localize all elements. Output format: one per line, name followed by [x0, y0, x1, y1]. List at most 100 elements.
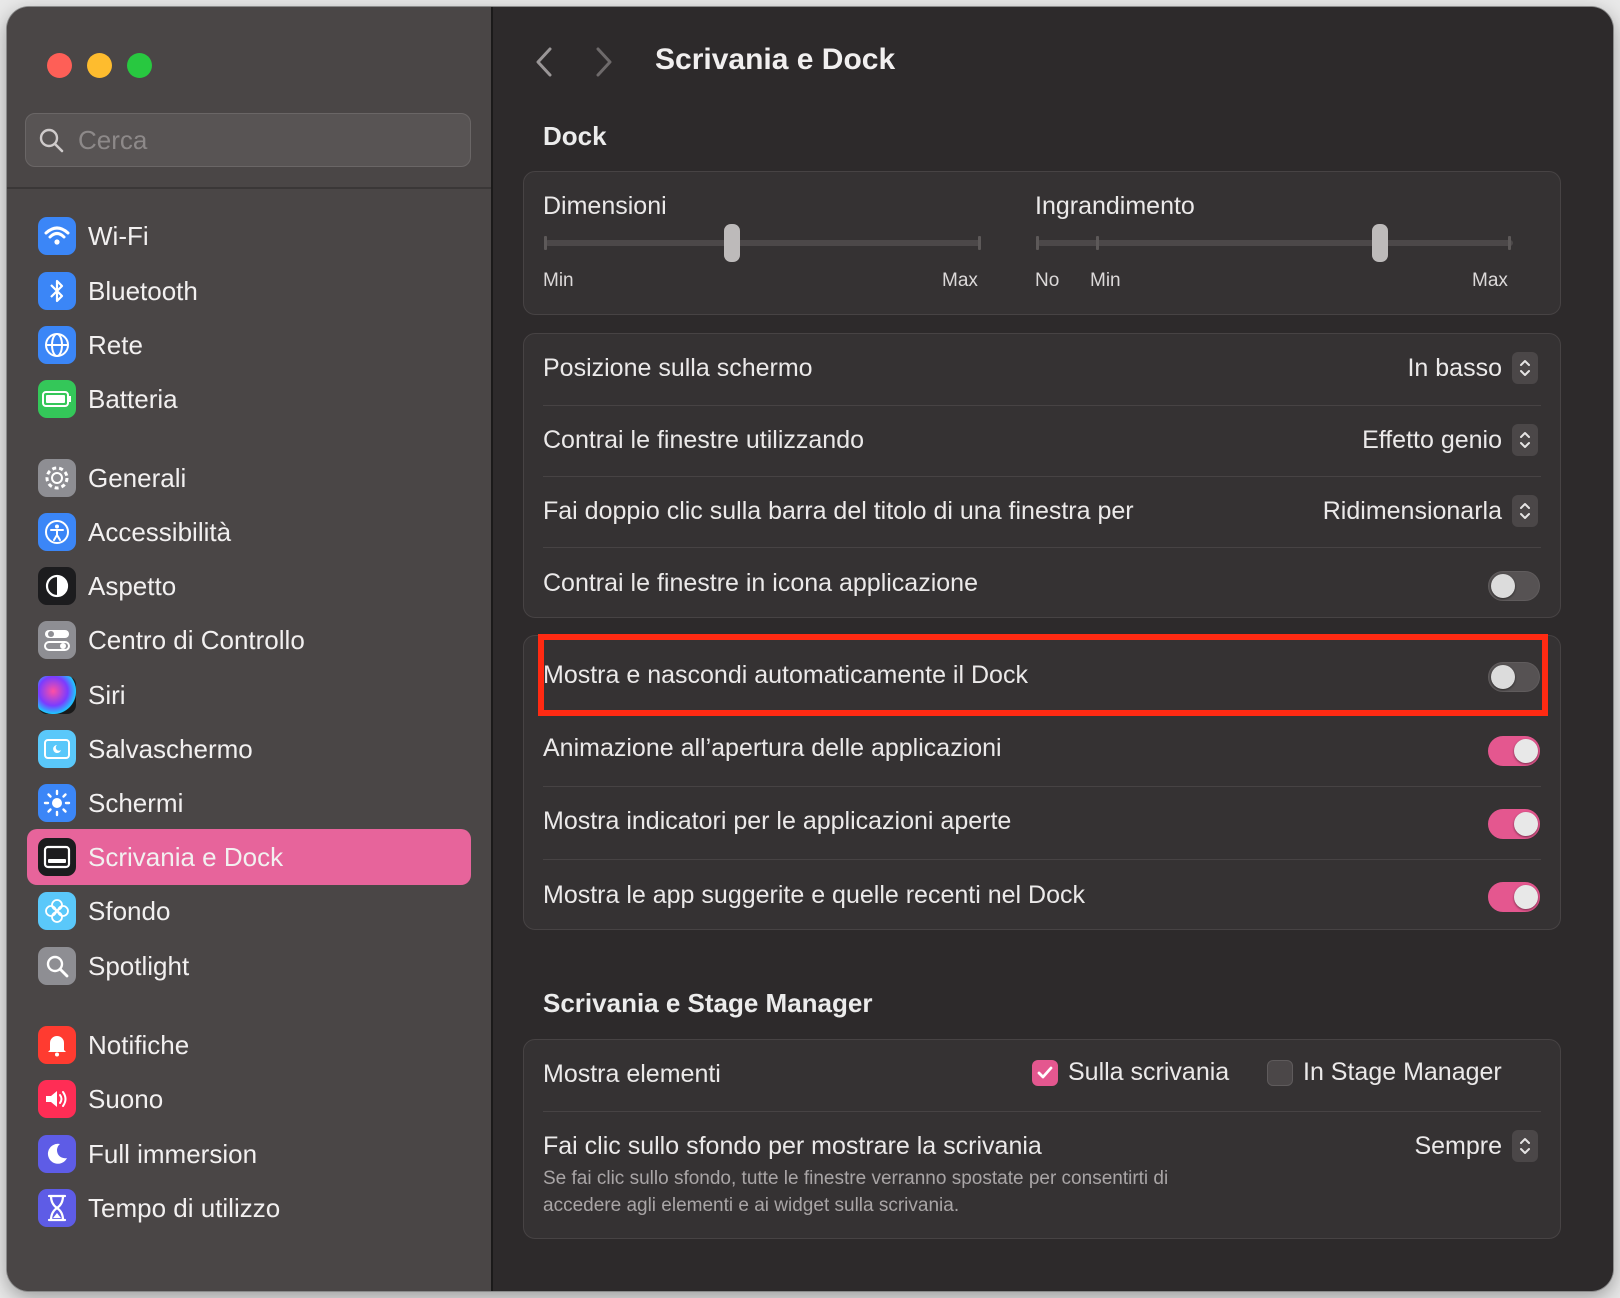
sidebar-item-scrivania-dock[interactable]: Scrivania e Dock: [27, 829, 471, 885]
size-slider-thumb[interactable]: [724, 224, 741, 262]
magnification-min-label: Min: [1090, 270, 1121, 291]
sidebar-item-spotlight[interactable]: Spotlight: [27, 938, 471, 994]
stage-checkbox-group[interactable]: In Stage Manager: [1267, 1058, 1502, 1087]
sidebar-item-rete[interactable]: Rete: [27, 317, 471, 373]
sidebar-item-label: Scrivania e Dock: [88, 841, 284, 872]
sidebar-item-label: Wi-Fi: [88, 220, 149, 251]
indicators-toggle[interactable]: [1488, 809, 1540, 839]
search-icon: [39, 128, 64, 153]
sidebar-item-aspetto[interactable]: Aspetto: [27, 558, 471, 614]
desktop-checkbox-group[interactable]: Sulla scrivania: [1032, 1058, 1229, 1087]
recents-toggle[interactable]: [1488, 882, 1540, 912]
slider-tick: [978, 236, 981, 250]
show-items-label: Mostra elementi: [543, 1060, 721, 1088]
sidebar-item-label: Suono: [88, 1083, 164, 1114]
sidebar-item-notifiche[interactable]: Notifiche: [27, 1017, 471, 1073]
sidebar-item-generali[interactable]: Generali: [27, 450, 471, 506]
click-wallpaper-popup[interactable]: Sempre: [1414, 1130, 1538, 1162]
row-divider: [543, 786, 1541, 787]
sidebar-item-label: Full immersion: [88, 1138, 258, 1169]
sidebar-item-centro-controllo[interactable]: Centro di Controllo: [27, 612, 471, 668]
position-value: In basso: [1407, 353, 1502, 382]
battery-icon: [38, 380, 76, 418]
click-wallpaper-description-1: Se fai clic sullo sfondo, tutte le fines…: [543, 1168, 1169, 1189]
hourglass-icon: [38, 1189, 76, 1227]
sidebar-item-siri[interactable]: Siri: [27, 667, 471, 723]
row-divider: [543, 859, 1541, 860]
sidebar-item-label: Notifiche: [88, 1029, 190, 1060]
magnifier-icon: [38, 947, 76, 985]
size-slider-track: [545, 240, 981, 246]
sidebar-item-tempo-utilizzo[interactable]: Tempo di utilizzo: [27, 1180, 471, 1236]
settings-window: Wi-Fi Bluetooth Rete Batteria: [7, 7, 1613, 1291]
sidebar-item-salvaschermo[interactable]: Salvaschermo: [27, 721, 471, 777]
close-button[interactable]: [47, 53, 72, 78]
appearance-icon: [38, 567, 76, 605]
magnification-slider-thumb[interactable]: [1371, 224, 1388, 262]
sidebar: Wi-Fi Bluetooth Rete Batteria: [7, 7, 493, 1291]
minimize-effect-popup[interactable]: Effetto genio: [1362, 424, 1538, 456]
minimize-effect-value: Effetto genio: [1362, 425, 1502, 454]
sidebar-item-wifi[interactable]: Wi-Fi: [27, 208, 471, 264]
sidebar-item-label: Rete: [88, 329, 143, 360]
sidebar-divider: [7, 187, 491, 189]
row-divider: [543, 547, 1541, 548]
sidebar-item-batteria[interactable]: Batteria: [27, 371, 471, 427]
sidebar-item-sfondo[interactable]: Sfondo: [27, 883, 471, 939]
sidebar-item-label: Batteria: [88, 383, 178, 414]
siri-icon: [38, 676, 76, 714]
sidebar-item-accessibilita[interactable]: Accessibilità: [27, 504, 471, 560]
dock-behaviour-card: Mostra e nascondi automaticamente il Doc…: [523, 635, 1561, 930]
sidebar-item-bluetooth[interactable]: Bluetooth: [27, 263, 471, 319]
back-button[interactable]: [533, 45, 555, 84]
sidebar-item-label: Spotlight: [88, 950, 190, 981]
magnification-max-label: Max: [1472, 270, 1508, 291]
accessibility-icon: [38, 513, 76, 551]
dock-options-card: Posizione sulla schermo In basso Contrai…: [523, 333, 1561, 618]
stage-manager-checkbox[interactable]: [1267, 1059, 1293, 1086]
sun-icon: [38, 784, 76, 822]
section-title-stage: Scrivania e Stage Manager: [543, 988, 873, 1018]
search-input[interactable]: [76, 123, 440, 157]
globe-icon: [38, 326, 76, 364]
double-click-value: Ridimensionarla: [1322, 496, 1502, 525]
double-click-popup[interactable]: Ridimensionarla: [1323, 495, 1538, 527]
main-pane: Scrivania e Dock Dock Dimensioni Min Max…: [493, 7, 1613, 1291]
slider-tick: [544, 236, 547, 250]
bluetooth-icon: [38, 272, 76, 310]
sidebar-item-full-immersion[interactable]: Full immersion: [27, 1126, 471, 1182]
bell-icon: [38, 1026, 76, 1064]
row-divider: [543, 405, 1541, 406]
click-wallpaper-value: Sempre: [1414, 1131, 1502, 1160]
zoom-button[interactable]: [127, 53, 152, 78]
row-divider: [543, 1111, 1541, 1112]
size-label: Dimensioni: [543, 192, 667, 220]
search-field[interactable]: [25, 113, 471, 167]
sidebar-item-suono[interactable]: Suono: [27, 1071, 471, 1127]
speaker-icon: [38, 1080, 76, 1118]
minimize-button[interactable]: [87, 53, 112, 78]
sidebar-item-schermi[interactable]: Schermi: [27, 775, 471, 831]
moon-icon: [38, 1135, 76, 1173]
autohide-toggle[interactable]: [1488, 662, 1540, 692]
checkmark-icon: [1037, 1066, 1053, 1078]
position-label: Posizione sulla schermo: [543, 354, 813, 382]
chevron-right-icon: [596, 47, 612, 77]
row-divider: [543, 476, 1541, 477]
screensaver-icon: [38, 730, 76, 768]
dock-icon: [38, 838, 76, 876]
page-title: Scrivania e Dock: [655, 43, 896, 76]
animate-toggle[interactable]: [1488, 736, 1540, 766]
sidebar-item-label: Accessibilità: [88, 516, 232, 547]
sidebar-item-label: Centro di Controllo: [88, 624, 305, 655]
position-popup[interactable]: In basso: [1407, 352, 1538, 384]
row-divider: [543, 714, 1541, 715]
toggle-knob: [1514, 739, 1538, 763]
forward-button[interactable]: [593, 45, 615, 84]
chevron-left-icon: [536, 47, 552, 77]
click-wallpaper-description-2: accedere agli elementi e ai widget sulla…: [543, 1195, 960, 1216]
slider-tick: [1508, 236, 1511, 250]
toggle-knob: [1514, 885, 1538, 909]
minimize-to-icon-toggle[interactable]: [1488, 571, 1540, 601]
desktop-checkbox[interactable]: [1032, 1059, 1058, 1086]
